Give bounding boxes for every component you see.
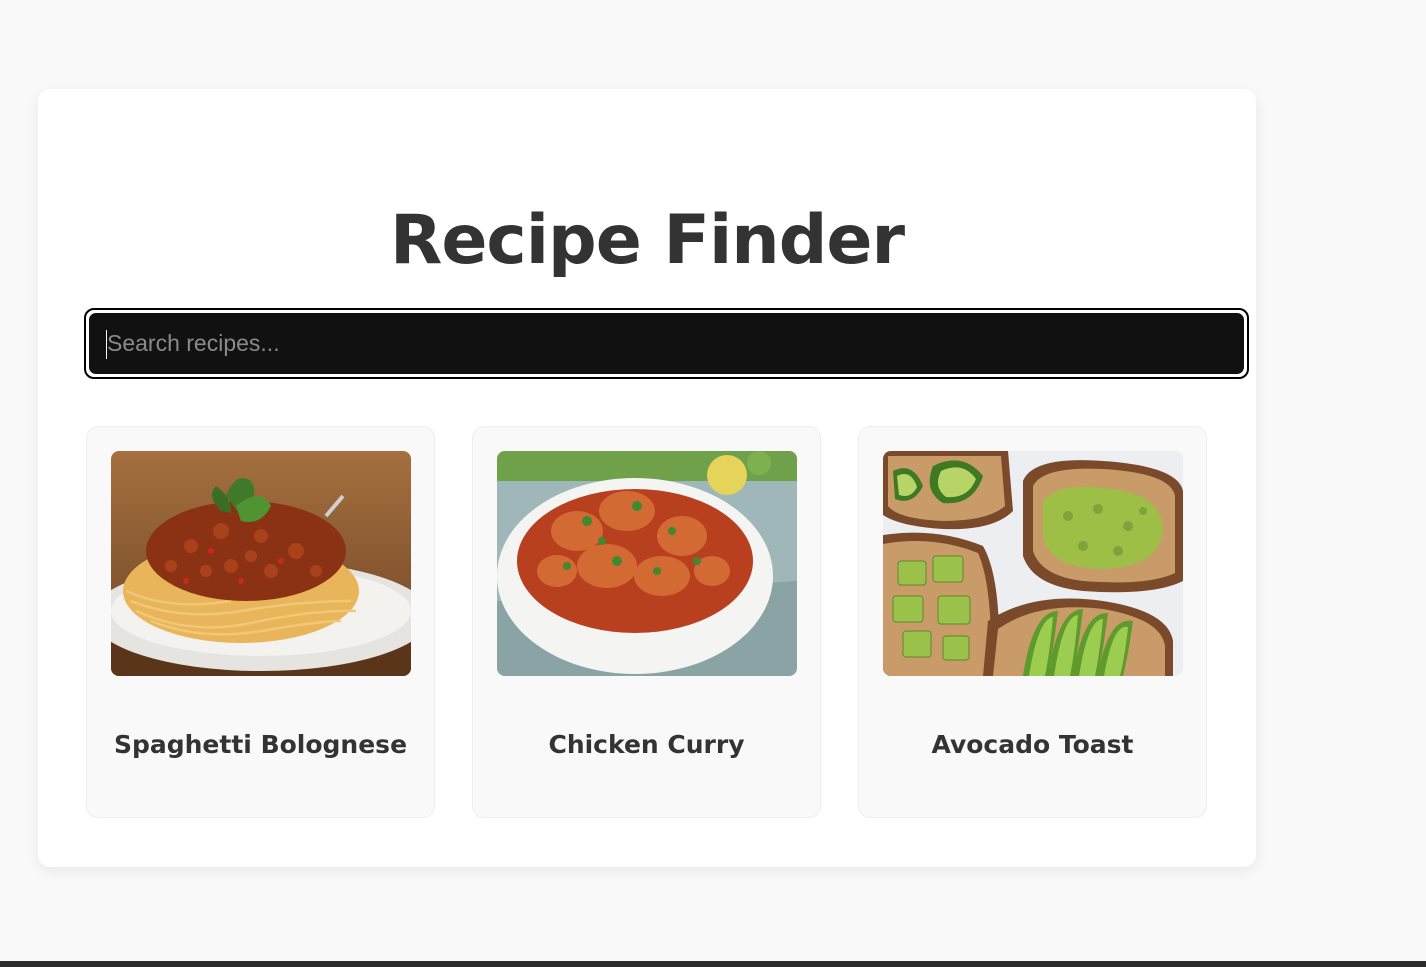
page-title: Recipe Finder <box>389 201 905 280</box>
avocado-toast-image <box>883 451 1183 676</box>
recipe-card-avocado-toast[interactable]: Avocado Toast <box>858 426 1207 818</box>
spaghetti-bolognese-image <box>111 451 411 676</box>
recipe-finder-card: Recipe Finder Search recipes... Spaghett… <box>38 89 1256 867</box>
recipe-card-chicken-curry[interactable]: Chicken Curry <box>472 426 821 818</box>
recipe-card-spaghetti-bolognese[interactable]: Spaghetti Bolognese <box>86 426 435 818</box>
chicken-curry-image <box>497 451 797 676</box>
recipe-name: Spaghetti Bolognese <box>113 730 408 759</box>
text-cursor <box>106 330 107 359</box>
recipe-name: Chicken Curry <box>548 730 745 759</box>
search-input[interactable] <box>88 312 1245 375</box>
bottom-bar <box>0 961 1426 967</box>
search-focus-ring <box>84 308 1249 379</box>
recipe-name: Avocado Toast <box>931 730 1134 759</box>
